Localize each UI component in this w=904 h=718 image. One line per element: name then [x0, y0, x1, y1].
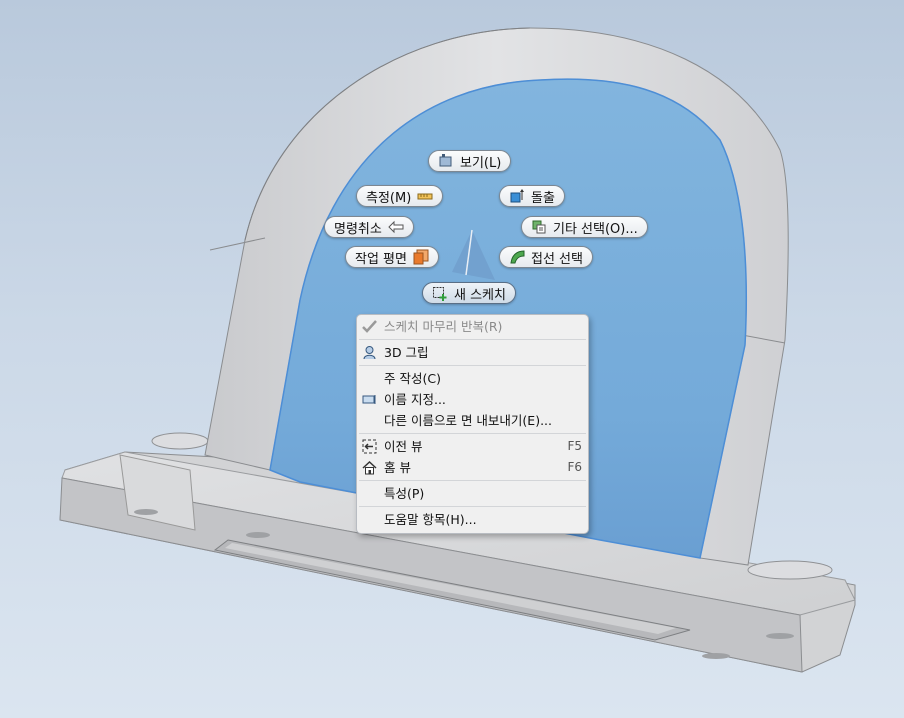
view-button[interactable]: 보기(L) — [428, 150, 512, 172]
work-plane-button[interactable]: 작업 평면 — [345, 246, 439, 268]
ruler-icon — [417, 193, 433, 200]
select-other-label: 기타 선택(O)... — [553, 221, 638, 237]
new-sketch-label: 새 스케치 — [454, 287, 506, 303]
work-plane-icon — [413, 249, 429, 265]
select-other-button[interactable]: 기타 선택(O)... — [521, 216, 648, 238]
menu-item-label: 도움말 항목(H)... — [384, 512, 477, 527]
menu-separator — [359, 480, 586, 481]
menu-item-label: 스케치 마무리 반복(R) — [384, 319, 503, 334]
shortcut-label: F5 — [567, 439, 582, 453]
menu-item-label: 이름 지정... — [384, 392, 446, 407]
menu-item-label: 다른 이름으로 면 내보내기(E)... — [384, 413, 552, 428]
menu-separator — [359, 339, 586, 340]
measure-label: 측정(M) — [366, 190, 412, 206]
menu-separator — [359, 433, 586, 434]
menu-item-properties[interactable]: 특성(P) — [357, 483, 588, 504]
menu-item-label: 특성(P) — [384, 486, 425, 501]
previous-view-icon — [362, 439, 377, 454]
shortcut-label: F6 — [567, 460, 582, 474]
menu-separator — [359, 365, 586, 366]
measure-button[interactable]: 측정(M) — [356, 185, 444, 207]
naming-icon — [362, 395, 376, 404]
menu-item-3d-grip[interactable]: 3D 그립 — [357, 342, 588, 363]
tangent-select-icon — [510, 250, 525, 264]
undo-arrow-icon — [388, 220, 404, 234]
new-sketch-button[interactable]: 새 스케치 — [422, 282, 516, 304]
menu-item-previous-view[interactable]: 이전 뷰 F5 — [357, 436, 588, 457]
checkmark-icon — [362, 320, 377, 333]
menu-item-home-view[interactable]: 홈 뷰 F6 — [357, 457, 588, 478]
menu-item-export-face-as[interactable]: 다른 이름으로 면 내보내기(E)... — [357, 410, 588, 431]
extrude-icon — [510, 189, 524, 203]
undo-button[interactable]: 명령취소 — [324, 216, 414, 238]
menu-item-help-topics[interactable]: 도움말 항목(H)... — [357, 509, 588, 530]
home-icon — [362, 460, 377, 475]
work-plane-label: 작업 평면 — [355, 251, 407, 267]
extrude-label: 돌출 — [531, 190, 555, 206]
menu-item-create-note[interactable]: 주 작성(C) — [357, 368, 588, 389]
menu-item-label: 이전 뷰 — [384, 439, 423, 454]
menu-item-naming[interactable]: 이름 지정... — [357, 389, 588, 410]
new-sketch-icon — [433, 287, 447, 301]
tangent-select-button[interactable]: 접선 선택 — [499, 246, 593, 268]
grip-icon — [363, 346, 376, 360]
menu-item-repeat-finish-sketch: 스케치 마무리 반복(R) — [357, 316, 588, 337]
menu-item-label: 홈 뷰 — [384, 460, 411, 475]
view-label: 보기(L) — [460, 155, 502, 171]
select-other-icon — [532, 220, 546, 234]
extrude-button[interactable]: 돌출 — [499, 185, 565, 207]
menu-item-label: 3D 그립 — [384, 345, 429, 360]
tangent-select-label: 접선 선택 — [531, 251, 583, 267]
view-cube-icon — [439, 154, 452, 167]
context-menu: 스케치 마무리 반복(R) 3D 그립 주 작성(C) 이름 지정... 다른 … — [356, 314, 589, 534]
menu-separator — [359, 506, 586, 507]
menu-item-label: 주 작성(C) — [384, 371, 441, 386]
undo-label: 명령취소 — [334, 221, 382, 237]
